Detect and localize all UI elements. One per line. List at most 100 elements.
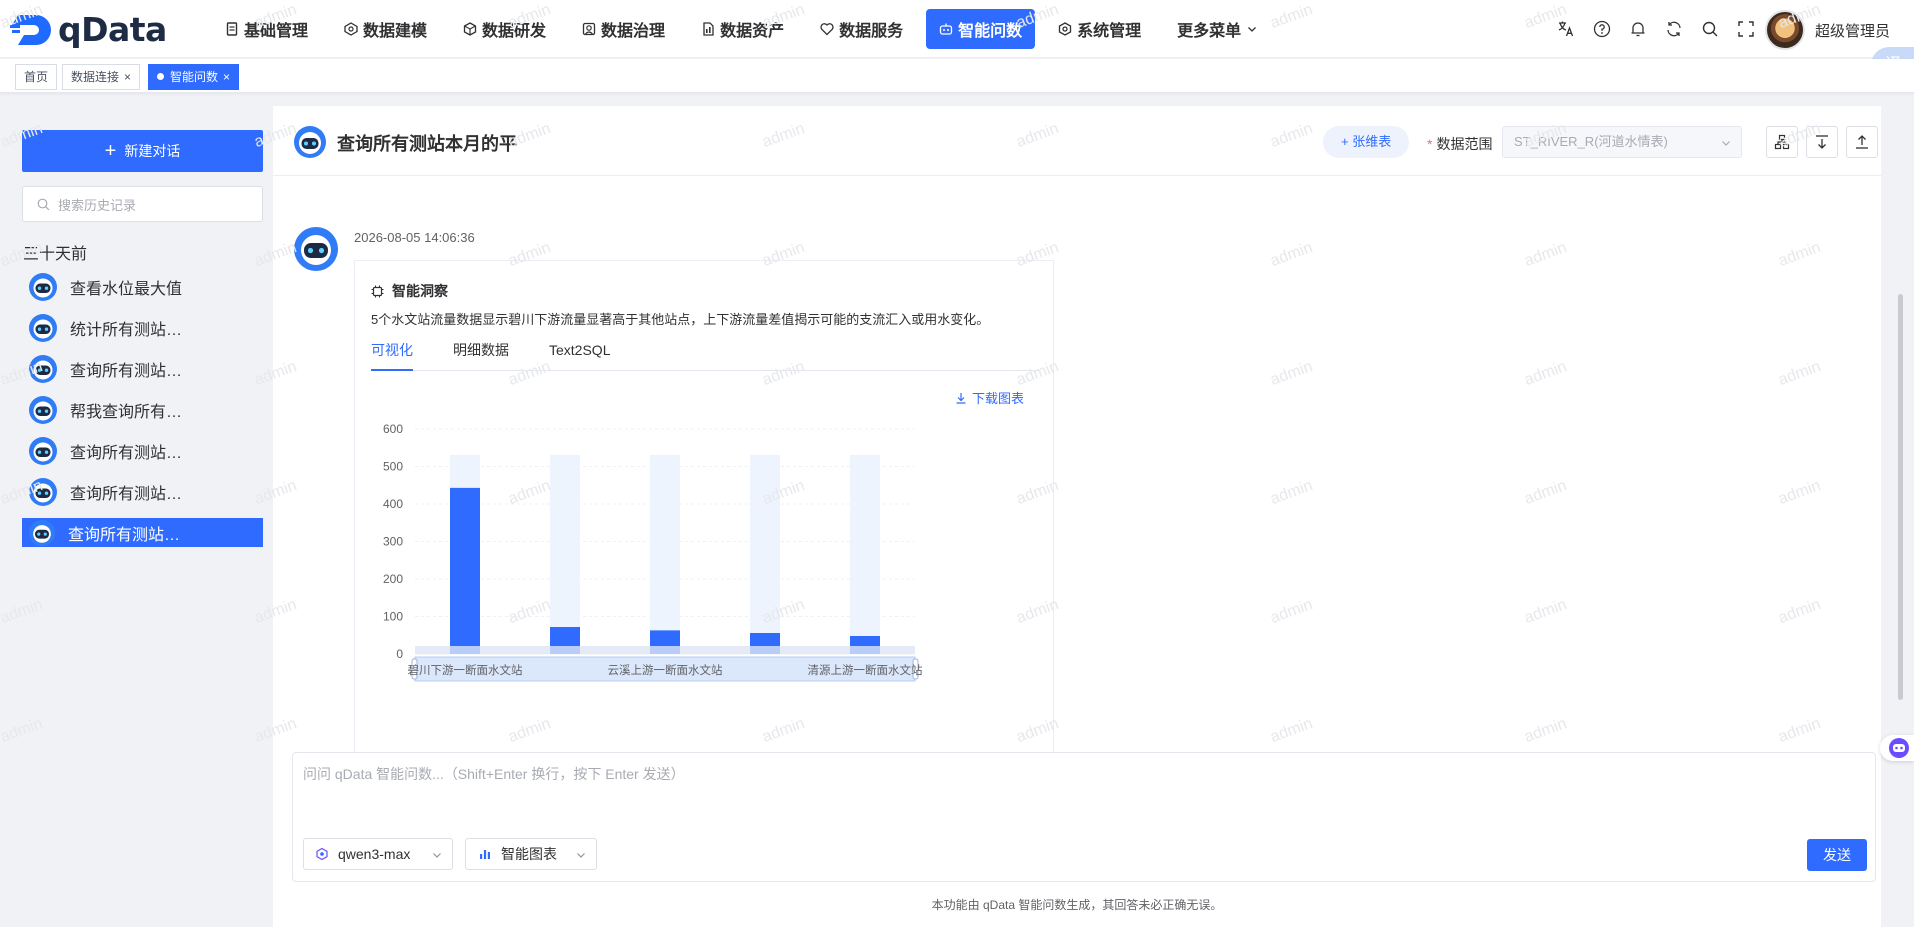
history-sidebar: + 新建对话 搜索历史记录 三十天前 查看水位最大值统计所有测站… 查询所有测站…… <box>0 106 272 927</box>
nav-data-modeling[interactable]: 数据建模 <box>331 9 440 49</box>
robot-avatar-icon <box>29 354 57 383</box>
data-scope-select[interactable]: ST_RIVER_R(河道水情表) <box>1502 126 1742 158</box>
insight-header: 智能洞察 <box>371 281 448 301</box>
history-search-input[interactable]: 搜索历史记录 <box>22 186 263 222</box>
model-select[interactable]: qwen3-max <box>303 838 453 870</box>
help-icon[interactable] <box>1584 17 1620 41</box>
export-button[interactable] <box>1846 126 1878 158</box>
scope-value: ST_RIVER_R(河道水情表) <box>1514 134 1668 149</box>
download-icon <box>1816 135 1828 149</box>
nav-data-service[interactable]: 数据服务 <box>807 9 916 49</box>
settings-icon <box>1058 22 1072 36</box>
data-zoom-track <box>415 646 915 654</box>
page-scrollbar[interactable] <box>1896 106 1904 927</box>
nav-label: 数据研发 <box>482 23 547 40</box>
robot-avatar-icon <box>29 313 57 342</box>
tags-view: 首页 数据连接 × 智能问数 × <box>0 59 1914 93</box>
table-structure-button[interactable] <box>1766 126 1798 158</box>
history-item[interactable]: 查看水位最大值 <box>22 266 263 307</box>
nav-data-assets[interactable]: 数据资产 <box>688 9 797 49</box>
y-tick-label: 300 <box>383 535 403 549</box>
robot-avatar-icon <box>29 272 57 301</box>
y-tick-label: 0 <box>396 647 403 661</box>
chip-icon <box>371 285 384 297</box>
disclaimer-text: 本功能由 qData 智能问数生成，其回答未必正确无误。 <box>931 898 1223 912</box>
robot-avatar-icon <box>29 477 57 506</box>
header-toolbar <box>1548 17 1764 41</box>
refresh-icon[interactable] <box>1656 17 1692 41</box>
history-group-label: 三十天前 <box>23 246 88 263</box>
history-item[interactable]: 查询所有测站… <box>22 518 263 547</box>
nav-label: 数据治理 <box>601 23 666 40</box>
chat-input[interactable]: 问问 qData 智能问数...（Shift+Enter 换行，按下 Enter… <box>303 764 685 784</box>
nav-data-development[interactable]: 数据研发 <box>450 9 559 49</box>
bar-background <box>850 454 880 654</box>
close-icon[interactable]: × <box>223 70 230 84</box>
nav-basic-management[interactable]: 基础管理 <box>212 9 321 49</box>
chat-main: 查询所有测站本月的平 + 张维表 * 数据范围 ST_RIVER_R(河道水情表)… <box>273 106 1881 927</box>
history-item[interactable]: 查询所有测站… <box>22 348 263 389</box>
robot-icon <box>939 23 953 35</box>
robot-avatar-icon <box>294 126 326 158</box>
tab-detail-data[interactable]: 明细数据 <box>453 339 509 371</box>
floating-assistant-button[interactable] <box>1880 735 1914 761</box>
robot-avatar-icon <box>28 519 56 546</box>
tag-home[interactable]: 首页 <box>15 64 58 90</box>
bar-chart: 0 100 200 300 400 500 600 碧川下游一断面水文站 云溪上游一断面水文站 清… <box>383 422 923 682</box>
history-item[interactable]: 帮我查询所有… <box>22 389 263 430</box>
upload-icon <box>1856 135 1868 149</box>
tab-visualization[interactable]: 可视化 <box>371 339 413 371</box>
history-item[interactable]: 统计所有测站… <box>22 307 263 348</box>
import-button[interactable] <box>1806 126 1838 158</box>
nav-system-management[interactable]: 系统管理 <box>1045 9 1154 49</box>
app-logo[interactable]: qData <box>10 10 167 49</box>
download-chart-button[interactable]: 下载图表 <box>955 388 1024 407</box>
y-tick-label: 400 <box>383 497 403 511</box>
app-name: qData <box>58 10 167 49</box>
database-icon <box>226 22 238 36</box>
chat-header: 查询所有测站本月的平 + 张维表 * 数据范围 ST_RIVER_R(河道水情表) <box>273 106 1881 176</box>
nav-smart-query[interactable]: 智能问数 <box>926 9 1036 49</box>
tag-data-connection[interactable]: 数据连接 × <box>62 64 141 90</box>
history-item-label: 统计所有测站… <box>70 321 183 339</box>
hierarchy-icon <box>1774 134 1790 150</box>
send-button[interactable]: 发送 <box>1807 839 1867 871</box>
nav-label: 智能问数 <box>958 23 1023 40</box>
search-placeholder: 搜索历史记录 <box>58 197 137 213</box>
history-item[interactable]: 查询所有测站… <box>22 430 263 471</box>
search-icon[interactable] <box>1692 17 1728 41</box>
y-tick-label: 600 <box>383 422 403 436</box>
chat-composer: 问问 qData 智能问数...（Shift+Enter 换行，按下 Enter… <box>292 752 1876 882</box>
chevron-down-icon <box>577 853 585 858</box>
insight-text: 5个水文站流量数据显示碧川下游流量显著高于其他站点，上下游流量差值揭示可能的支流… <box>371 312 990 327</box>
nav-label: 系统管理 <box>1077 23 1142 40</box>
nav-label: 数据资产 <box>720 23 785 40</box>
chart-mode-select[interactable]: 智能图表 <box>465 838 597 870</box>
history-item[interactable]: 查询所有测站… <box>22 471 263 512</box>
user-avatar[interactable] <box>1765 10 1805 50</box>
nav-more-menu[interactable]: 更多菜单 <box>1164 9 1275 49</box>
chevron-down-icon <box>433 853 441 858</box>
chevron-down-icon <box>1248 27 1257 32</box>
download-icon <box>956 392 966 404</box>
model-icon <box>316 848 328 860</box>
chevron-down-icon <box>1722 141 1730 146</box>
result-tabs: 可视化 明细数据 Text2SQL <box>371 339 1039 371</box>
tag-smart-query[interactable]: 智能问数 × <box>148 64 240 90</box>
history-item-label: 查询所有测站… <box>70 444 183 462</box>
fullscreen-icon[interactable] <box>1728 17 1764 41</box>
tab-text2sql[interactable]: Text2SQL <box>549 339 610 371</box>
new-chat-button[interactable]: + 新建对话 <box>22 130 263 172</box>
bell-icon[interactable] <box>1620 17 1656 41</box>
y-tick-label: 100 <box>383 610 403 624</box>
top-navbar: qData 基础管理 数据建模 数据研发 数据治理 数据资产 数据服务 智能问数… <box>0 0 1914 58</box>
close-icon[interactable]: × <box>124 70 131 84</box>
add-table-button[interactable]: + 张维表 <box>1323 126 1410 158</box>
user-name[interactable]: 超级管理员 <box>1815 20 1890 41</box>
main-nav: 基础管理 数据建模 数据研发 数据治理 数据资产 数据服务 智能问数 系统管理 <box>212 9 1285 49</box>
nav-data-governance[interactable]: 数据治理 <box>569 9 678 49</box>
language-icon[interactable] <box>1548 17 1584 41</box>
download-chart-label: 下载图表 <box>972 391 1025 406</box>
history-item-label: 帮我查询所有… <box>70 403 183 421</box>
scrollbar-thumb[interactable] <box>1898 294 1903 700</box>
